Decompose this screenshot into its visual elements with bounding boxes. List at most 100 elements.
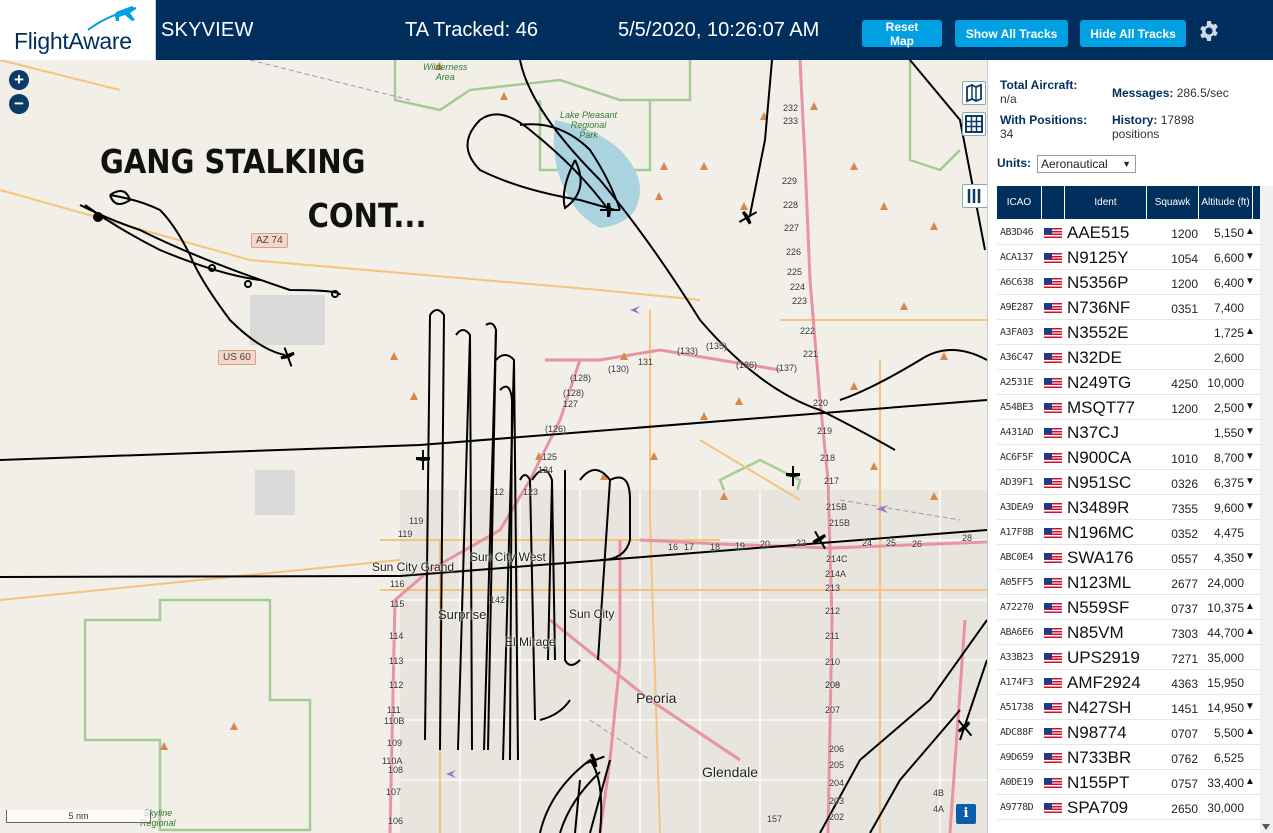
icao-cell: A33B23	[1000, 652, 1034, 663]
route-number: (137)	[776, 363, 798, 373]
reset-map-button[interactable]: Reset Map	[862, 20, 942, 48]
altitude-cell: 6,525	[1213, 751, 1244, 765]
squawk-cell: 1200	[1171, 402, 1198, 416]
table-row[interactable]: AB3D46 AAE515 1200 5,150 ▲	[997, 220, 1261, 245]
route-number: (126)	[545, 424, 567, 434]
icao-cell: ACA137	[1000, 252, 1034, 263]
scroll-down-arrow[interactable]	[1262, 824, 1270, 830]
map-layers-button[interactable]	[962, 81, 986, 105]
route-number: 110B	[384, 716, 405, 726]
route-number: 18	[710, 542, 721, 552]
table-row[interactable]: A0DE19 N155PT 0757 33,400 ▲	[997, 770, 1261, 795]
route-number: 229	[782, 176, 798, 186]
columns-button[interactable]	[962, 184, 987, 208]
table-row[interactable]: A9778D SPA709 2650 30,000	[997, 795, 1261, 820]
grid-button[interactable]	[962, 112, 986, 136]
us-flag-icon	[1044, 253, 1062, 263]
squawk-cell: 4250	[1171, 377, 1198, 391]
history-value: 17898	[1160, 113, 1195, 127]
table-row[interactable]: A36C47 N32DE 2,600	[997, 345, 1261, 370]
column-header-altitude[interactable]: Altitude (ft)	[1199, 186, 1253, 219]
squawk-cell: 0737	[1171, 602, 1198, 616]
route-number: 12	[494, 487, 505, 497]
aircraft-icon	[786, 466, 800, 486]
route-number: 119	[398, 529, 413, 539]
icao-cell: A3DEA9	[1000, 502, 1034, 513]
column-header-flag[interactable]	[1042, 186, 1065, 219]
column-header-squawk[interactable]: Squawk	[1147, 186, 1199, 219]
altitude-cell: 4,350	[1213, 551, 1244, 565]
altitude-trend-icon: ▲	[1245, 626, 1255, 637]
table-row[interactable]: A3DEA9 N3489R 7355 9,600 ▼	[997, 495, 1261, 520]
route-number: 114	[389, 631, 404, 641]
units-label: Units:	[997, 156, 1031, 170]
squawk-cell: 1200	[1171, 227, 1198, 241]
table-row[interactable]: ACA137 N9125Y 1054 6,600 ▼	[997, 245, 1261, 270]
logo[interactable]: FlightAware	[0, 0, 156, 60]
table-row[interactable]: A3FA03 N3552E 1,725 ▲	[997, 320, 1261, 345]
route-number: 222	[800, 326, 816, 336]
table-row[interactable]: A2531E N249TG 4250 10,000	[997, 370, 1261, 395]
history-stat: History: 17898 positions	[1112, 113, 1194, 141]
scrollbar[interactable]	[1260, 186, 1273, 833]
gear-icon[interactable]	[1197, 19, 1221, 43]
table-row[interactable]: AC6F5F N900CA 1010 8,700 ▼	[997, 445, 1261, 470]
show-all-tracks-button[interactable]: Show All Tracks	[955, 20, 1068, 47]
map-view[interactable]: GANG STALKING CONT... Sun City Grand Sun…	[0, 60, 987, 833]
table-row[interactable]: A33B23 UPS2919 7271 35,000	[997, 645, 1261, 670]
route-number: 125	[542, 452, 558, 462]
info-button[interactable]: i	[956, 804, 976, 824]
table-row[interactable]: A174F3 AMF2924 4363 15,950	[997, 670, 1261, 695]
park-label: Lake Pleasant Regional Park	[560, 110, 618, 140]
overlay-line-1: GANG STALKING	[100, 142, 366, 181]
squawk-cell: 7355	[1171, 502, 1198, 516]
table-row[interactable]: ABA6E6 N85VM 7303 44,700 ▲	[997, 620, 1261, 645]
table-row[interactable]: A9E287 N736NF 0351 7,400	[997, 295, 1261, 320]
zoom-out-button[interactable]: −	[9, 94, 29, 114]
altitude-trend-icon: ▲	[1245, 226, 1255, 237]
table-row[interactable]: ABC0E4 SWA176 0557 4,350 ▼	[997, 545, 1261, 570]
ident-cell: N736NF	[1067, 298, 1131, 317]
altitude-cell: 30,000	[1207, 801, 1244, 815]
altitude-trend-icon: ▼	[1245, 251, 1255, 262]
route-number: 218	[820, 453, 836, 463]
table-row[interactable]: A05FF5 N123ML 2677 24,000	[997, 570, 1261, 595]
altitude-cell: 10,375	[1207, 601, 1244, 615]
table-row[interactable]: A6C638 N5356P 1200 6,400 ▼	[997, 270, 1261, 295]
icao-cell: A9D659	[1000, 752, 1034, 763]
zoom-in-button[interactable]: +	[9, 70, 29, 90]
hide-all-tracks-button[interactable]: Hide All Tracks	[1080, 20, 1186, 47]
altitude-cell: 10,000	[1207, 376, 1244, 390]
units-select[interactable]: Aeronautical ▼	[1037, 155, 1136, 173]
table-row[interactable]: A431AD N37CJ 1,550 ▼	[997, 420, 1261, 445]
table-row[interactable]: A9D659 N733BR 0762 6,525	[997, 745, 1261, 770]
route-number: 106	[388, 816, 404, 826]
table-row[interactable]: A51738 N427SH 1451 14,950 ▼	[997, 695, 1261, 720]
ident-cell: N5356P	[1067, 273, 1129, 292]
route-number: 131	[638, 357, 654, 367]
table-row[interactable]: A72270 N559SF 0737 10,375 ▲	[997, 595, 1261, 620]
route-number: 225	[787, 267, 803, 277]
column-header-ident[interactable]: Ident	[1065, 186, 1147, 219]
icao-cell: ADC88F	[1000, 727, 1034, 738]
route-number: 116	[390, 579, 405, 589]
table-row[interactable]: ADC88F N98774 0707 5,500 ▲	[997, 720, 1261, 745]
altitude-cell: 5,150	[1213, 226, 1244, 240]
table-row[interactable]: A54BE3 MSQT77 1200 2,500 ▼	[997, 395, 1261, 420]
place-label: El Mirage	[505, 635, 556, 649]
squawk-cell: 0707	[1171, 727, 1198, 741]
column-header-icao[interactable]: ICAO	[997, 186, 1042, 219]
table-row[interactable]: A17F8B N196MC 0352 4,475	[997, 520, 1261, 545]
us-flag-icon	[1044, 328, 1062, 338]
us-flag-icon	[1044, 503, 1062, 513]
history-label: History:	[1112, 113, 1158, 127]
route-number: 123	[523, 487, 539, 497]
table-row[interactable]: AD39F1 N951SC 0326 6,375 ▼	[997, 470, 1261, 495]
route-number: 19	[735, 541, 746, 551]
units-value: Aeronautical	[1041, 157, 1108, 171]
squawk-cell: 0557	[1171, 552, 1198, 566]
altitude-cell: 24,000	[1207, 576, 1244, 590]
route-number: 207	[825, 705, 841, 715]
place-label: Sun City Grand	[372, 560, 455, 574]
aircraft-icon	[280, 347, 295, 367]
